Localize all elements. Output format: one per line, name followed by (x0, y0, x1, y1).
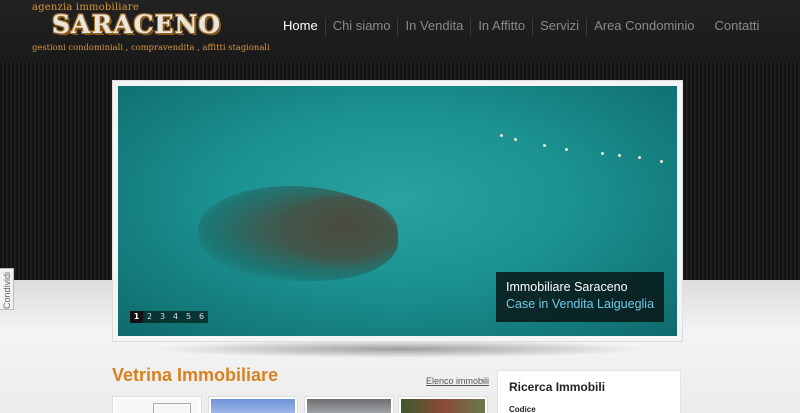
share-tab[interactable]: Condividi (0, 268, 14, 310)
pager-button-5[interactable]: 5 (182, 311, 195, 323)
nav-in-affitto[interactable]: In Affitto (470, 18, 532, 36)
logo-brand: SARACENO (52, 10, 222, 39)
property-thumbnail[interactable] (398, 396, 488, 413)
logo-tagline-bottom: gestioni condominiali , compravendita , … (32, 42, 270, 52)
pager-button-1[interactable]: 1 (130, 311, 143, 323)
nav-in-vendita[interactable]: In Vendita (397, 18, 470, 36)
nav-chi-siamo[interactable]: Chi siamo (324, 18, 398, 36)
thumbnail-image (307, 399, 391, 413)
swimmer (638, 156, 641, 159)
property-thumbnail[interactable] (112, 396, 202, 413)
swimmer (565, 148, 568, 151)
rock-shape (278, 196, 398, 266)
search-title: Ricerca Immobili (509, 380, 606, 394)
swimmer (660, 160, 663, 163)
pager-button-2[interactable]: 2 (143, 311, 156, 323)
nav-home[interactable]: Home (276, 18, 325, 36)
nav-servizi[interactable]: Servizi (532, 18, 586, 36)
search-panel: Ricerca Immobili Codice (497, 370, 681, 413)
pager-button-6[interactable]: 6 (195, 311, 208, 323)
thumbnail-image (211, 399, 295, 413)
nav-area-condominio[interactable]: Area Condominio (586, 18, 701, 36)
property-list-link[interactable]: Elenco immobili (426, 376, 489, 386)
showcase-title: Vetrina Immobiliare (112, 365, 279, 385)
pager-button-3[interactable]: 3 (156, 311, 169, 323)
property-thumbnail[interactable] (208, 396, 298, 413)
nav-contatti[interactable]: Contatti (708, 18, 767, 36)
slider-shadow (150, 340, 650, 358)
pager-button-4[interactable]: 4 (169, 311, 182, 323)
share-tab-label: Condividi (2, 271, 12, 309)
chevron-right-icon: › (481, 376, 485, 385)
slider-pager: 1 2 3 4 5 6 (130, 311, 208, 323)
property-thumbnail[interactable] (304, 396, 394, 413)
main-nav: Home Chi siamo In Vendita In Affitto Ser… (276, 18, 766, 36)
logo[interactable]: agenzia immobiliare SARACENO gestioni co… (30, 2, 270, 56)
caption-subtitle-link[interactable]: Case in Vendita Laigueglia (506, 297, 654, 311)
header: agenzia immobiliare SARACENO gestioni co… (0, 0, 800, 62)
swimmer (618, 154, 621, 157)
code-field-label: Codice (509, 405, 536, 413)
slide-caption: Immobiliare Saraceno Case in Vendita Lai… (496, 272, 664, 322)
thumbnail-image (401, 399, 485, 413)
caption-title: Immobiliare Saraceno (506, 280, 628, 294)
swimmer (500, 134, 503, 137)
thumbnail-image (115, 399, 199, 413)
swimmer (601, 152, 604, 155)
swimmer (543, 144, 546, 147)
swimmer (514, 138, 517, 141)
